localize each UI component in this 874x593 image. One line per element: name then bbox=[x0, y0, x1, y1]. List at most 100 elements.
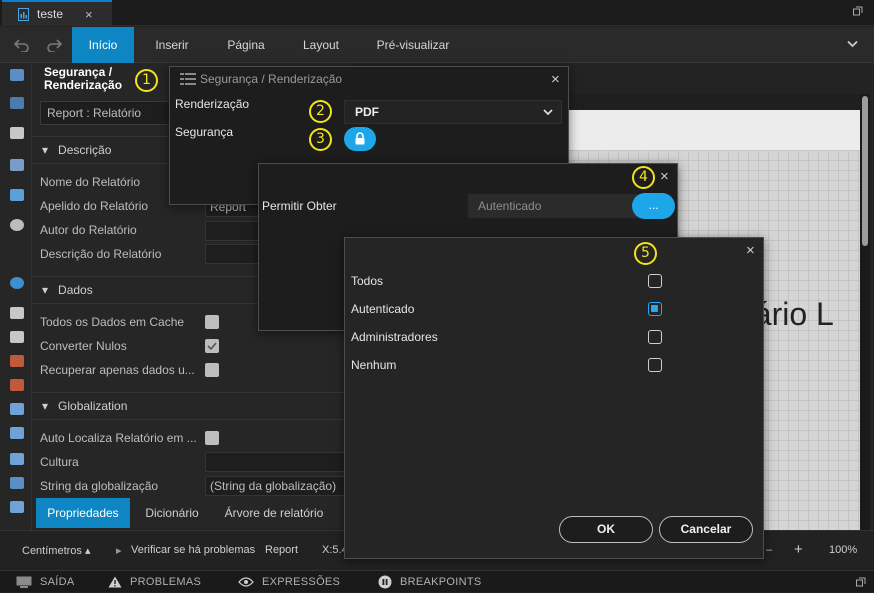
prop-nulos: Converter Nulos bbox=[40, 339, 127, 353]
prop-auto-localiza: Auto Localiza Relatório em ... bbox=[40, 431, 197, 445]
output-icon bbox=[16, 576, 32, 588]
option-nenhum-checkbox[interactable] bbox=[648, 358, 662, 372]
tab-arvore[interactable]: Árvore de relatório bbox=[216, 498, 332, 528]
document-tab[interactable]: teste × bbox=[2, 0, 112, 26]
callout-badge-5: 5 bbox=[634, 242, 657, 265]
prop-string-glob: String da globalização bbox=[40, 479, 159, 493]
security-lock-button[interactable] bbox=[344, 127, 376, 151]
panel-tabs: Propriedades Dicionário Árvore de relató… bbox=[32, 498, 352, 528]
page-icon[interactable] bbox=[10, 69, 24, 81]
close-icon[interactable]: × bbox=[551, 72, 560, 87]
permit-value-field[interactable]: Autenticado bbox=[468, 194, 640, 218]
permit-browse-button[interactable]: ... bbox=[632, 193, 675, 219]
cancel-button[interactable]: Cancelar bbox=[659, 516, 753, 543]
cache-checkbox[interactable] bbox=[205, 315, 219, 329]
text-icon[interactable] bbox=[10, 307, 24, 319]
picture-icon[interactable] bbox=[10, 501, 24, 513]
auto-localize-checkbox[interactable] bbox=[205, 431, 219, 445]
page-header-band bbox=[568, 110, 860, 150]
option-autenticado-label: Autenticado bbox=[351, 302, 415, 316]
restore-panel-icon[interactable] bbox=[856, 577, 866, 587]
section-globalization[interactable]: ▾ Globalization bbox=[32, 392, 352, 420]
option-administradores-label: Administradores bbox=[351, 330, 438, 344]
dialog-title: Segurança / Renderização bbox=[180, 72, 342, 86]
expressions-tab[interactable]: EXPRESSÕES bbox=[238, 571, 340, 593]
document-icon bbox=[18, 7, 29, 21]
richtext-icon[interactable] bbox=[10, 331, 24, 343]
breakpoints-tab[interactable]: BREAKPOINTS bbox=[378, 571, 482, 593]
chevron-right-icon: ▸ bbox=[116, 545, 122, 557]
copy-icon[interactable] bbox=[10, 127, 24, 139]
option-nenhum-label: Nenhum bbox=[351, 358, 397, 372]
component-selector[interactable]: Report : Relatório bbox=[40, 101, 190, 125]
zoom-level[interactable]: 100% bbox=[829, 544, 857, 556]
tab-propriedades[interactable]: Propriedades bbox=[36, 498, 130, 528]
panel-icon[interactable] bbox=[10, 403, 24, 415]
units-selector[interactable]: Centímetros ▴ bbox=[22, 544, 91, 557]
tab-pagina[interactable]: Página bbox=[218, 27, 274, 63]
restore-window-icon[interactable] bbox=[853, 6, 863, 16]
render-label: Renderização bbox=[175, 97, 250, 111]
collapse-icon: ▾ bbox=[42, 283, 49, 297]
eye-icon bbox=[238, 577, 254, 587]
output-tab[interactable]: SAÍDA bbox=[16, 571, 75, 593]
globe-icon[interactable] bbox=[10, 277, 24, 289]
prop-descricao: Descrição do Relatório bbox=[40, 247, 162, 261]
container-icon[interactable] bbox=[10, 427, 24, 439]
chart-icon[interactable] bbox=[10, 189, 24, 201]
tab-layout[interactable]: Layout bbox=[294, 27, 348, 63]
callout-badge-1: 1 bbox=[135, 69, 158, 92]
prop-cache: Todos os Dados em Cache bbox=[40, 315, 185, 329]
prop-recuperar: Recuperar apenas dados u... bbox=[40, 363, 195, 377]
close-icon[interactable]: × bbox=[746, 243, 755, 258]
panel-title: Segurança / Renderização bbox=[44, 65, 123, 92]
option-autenticado-checkbox[interactable] bbox=[648, 302, 662, 316]
render-dropdown[interactable]: PDF bbox=[344, 100, 562, 124]
chevron-down-icon bbox=[543, 109, 553, 116]
tab-inserir[interactable]: Inserir bbox=[145, 27, 199, 63]
security-label: Segurança bbox=[175, 125, 234, 139]
zoom-in-button[interactable]: + bbox=[794, 541, 803, 558]
title-bar: teste × bbox=[0, 0, 874, 26]
subreport-icon[interactable] bbox=[10, 477, 24, 489]
shapes-icon[interactable] bbox=[10, 159, 24, 171]
status-report: Report bbox=[265, 544, 299, 556]
tab-dicionario[interactable]: Dicionário bbox=[136, 498, 208, 528]
image-icon[interactable] bbox=[10, 355, 24, 367]
band-icon[interactable] bbox=[10, 97, 24, 109]
prop-cultura: Cultura bbox=[40, 455, 79, 469]
close-icon[interactable]: × bbox=[660, 169, 669, 184]
properties-grid-icon bbox=[180, 72, 196, 86]
redo-icon[interactable] bbox=[46, 38, 62, 52]
undo-icon[interactable] bbox=[14, 38, 30, 52]
warning-icon bbox=[108, 576, 122, 588]
zoom-out-button[interactable]: – bbox=[766, 544, 772, 556]
table-icon[interactable] bbox=[10, 453, 24, 465]
close-tab-icon[interactable]: × bbox=[85, 7, 93, 22]
chevron-down-icon[interactable] bbox=[847, 40, 858, 48]
toolbox-rail bbox=[0, 63, 32, 570]
option-todos-checkbox[interactable] bbox=[648, 274, 662, 288]
retrieve-checkbox[interactable] bbox=[205, 363, 219, 377]
collapse-icon: ▾ bbox=[42, 143, 49, 157]
ribbon: Início Inserir Página Layout Pré-visuali… bbox=[0, 27, 874, 63]
tab-pre-visualizar[interactable]: Pré-visualizar bbox=[366, 27, 460, 63]
callout-badge-4: 4 bbox=[632, 166, 655, 189]
gauge-icon[interactable] bbox=[10, 219, 24, 231]
barcode-icon[interactable] bbox=[10, 379, 24, 391]
check-issues-button[interactable]: Verificar se há problemas bbox=[131, 544, 255, 556]
option-todos-label: Todos bbox=[351, 274, 384, 288]
problems-tab[interactable]: PROBLEMAS bbox=[108, 571, 201, 593]
scrollbar-thumb[interactable] bbox=[862, 96, 868, 246]
ok-button[interactable]: OK bbox=[559, 516, 653, 543]
bottom-bar: SAÍDA PROBLEMAS EXPRESSÕES BREAKPOINTS bbox=[0, 570, 874, 592]
option-administradores-checkbox[interactable] bbox=[648, 330, 662, 344]
globalization-field[interactable]: (String da globalização) bbox=[205, 476, 352, 496]
nulls-checkbox[interactable] bbox=[205, 339, 219, 353]
callout-badge-2: 2 bbox=[309, 100, 332, 123]
tab-inicio[interactable]: Início bbox=[72, 27, 134, 63]
permission-options-dialog: 5 × Todos Autenticado Administradores Ne… bbox=[344, 237, 764, 559]
culture-field[interactable] bbox=[205, 452, 352, 472]
collapse-icon: ▾ bbox=[42, 399, 49, 413]
prop-nome: Nome do Relatório bbox=[40, 175, 141, 189]
